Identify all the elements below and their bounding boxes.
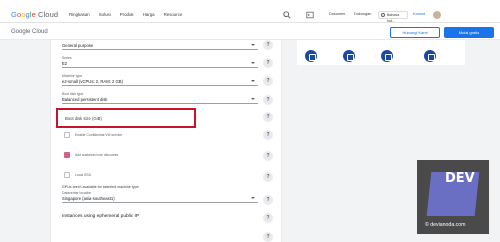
google-cloud-logo[interactable]: Google Cloud — [11, 10, 58, 19]
main-nav: Ringkasan Solusi Produk Harga Resource — [69, 12, 191, 17]
chevron-down-icon — [251, 80, 255, 82]
help-icon[interactable]: ? — [263, 172, 273, 182]
chevron-down-icon — [251, 197, 255, 199]
field-underline — [62, 103, 258, 104]
help-icon[interactable]: ? — [263, 112, 273, 122]
nav-item-products[interactable]: Produk — [120, 12, 134, 17]
page: Google Cloud Ringkasan Solusi Produk Har… — [0, 0, 500, 242]
watermark-logo: DEV © devianoda.com — [417, 160, 489, 234]
product-title: Google Cloud — [11, 29, 48, 35]
start-free-button[interactable]: Mulai gratis — [444, 26, 494, 38]
email-icon[interactable] — [343, 50, 355, 62]
help-icon[interactable]: ? — [263, 195, 273, 205]
confidential-vm-label: Enable Confidential VM service — [75, 133, 123, 137]
gpu-note: GPUs aren't available for selected machi… — [62, 185, 140, 189]
confidential-vm-checkbox[interactable] — [64, 132, 70, 138]
help-icon[interactable]: ? — [263, 95, 273, 105]
help-icon[interactable]: ? — [263, 130, 273, 140]
highlight-box — [56, 108, 196, 128]
watermark-brand: DEV — [445, 171, 475, 186]
chevron-down-icon — [251, 44, 255, 46]
field-label: Machine type — [62, 74, 83, 78]
help-icon[interactable]: ? — [263, 151, 273, 161]
nav-item-overview[interactable]: Ringkasan — [69, 12, 90, 17]
chevron-down-icon — [251, 62, 255, 64]
language-label: Bahasa Ind... — [387, 12, 400, 23]
field-value: e2-small (vCPUs: 2, RAM: 2 GB) — [62, 79, 123, 84]
chevron-down-icon — [251, 98, 255, 100]
nav-item-resources[interactable]: Resource — [164, 12, 183, 17]
language-selector[interactable]: Bahasa Ind... — [378, 10, 408, 23]
field-value: Singapore (asia-southeast1) — [62, 196, 115, 201]
field-underline — [62, 85, 258, 86]
nav-item-pricing[interactable]: Harga — [143, 12, 155, 17]
help-icon[interactable]: ? — [263, 40, 273, 50]
console-link[interactable]: Konsol — [413, 11, 425, 16]
field-value: General purpose — [62, 43, 94, 48]
field-label: Boot disk type — [62, 92, 84, 96]
field-underline — [62, 49, 258, 50]
field-underline — [62, 67, 258, 68]
help-icon[interactable]: ? — [263, 76, 273, 86]
field-value: E2 — [62, 61, 68, 66]
local-ssd-label: Local SSD — [75, 173, 92, 177]
top-navigation-bar: Google Cloud Ringkasan Solusi Produk Har… — [0, 7, 500, 23]
product-header-bar: Google Cloud Hubungi Kami Mulai gratis — [0, 24, 500, 40]
help-icon[interactable]: ? — [263, 58, 273, 68]
avatar[interactable] — [433, 10, 441, 19]
watermark-site: © devianoda.com — [425, 222, 466, 228]
terminal-icon[interactable] — [306, 11, 314, 19]
field-underline — [62, 202, 258, 203]
docs-link[interactable]: Dokumen — [329, 12, 345, 16]
nav-item-solutions[interactable]: Solusi — [99, 12, 111, 17]
help-icon[interactable]: ? — [263, 213, 273, 223]
globe-icon — [381, 13, 385, 17]
contact-sales-button[interactable]: Hubungi Kami — [390, 26, 440, 38]
sustained-use-label: Add sustained use discounts — [75, 153, 119, 157]
local-ssd-checkbox[interactable] — [64, 172, 70, 178]
search-icon[interactable] — [283, 11, 291, 19]
copy-icon[interactable] — [381, 50, 393, 62]
support-link[interactable]: Dukungan — [354, 12, 371, 16]
download-icon[interactable] — [424, 50, 436, 62]
field-label: Series — [62, 56, 72, 60]
help-icon[interactable]: ? — [263, 232, 273, 242]
configuration-panel — [50, 40, 282, 242]
print-icon[interactable] — [305, 50, 317, 62]
sustained-use-checkbox[interactable] — [64, 152, 70, 158]
field-label: Datacenter location — [62, 191, 92, 195]
ephemeral-ip-label: Instances using ephemeral public IP — [62, 214, 140, 219]
field-value: Balanced persistent disk — [62, 97, 108, 102]
